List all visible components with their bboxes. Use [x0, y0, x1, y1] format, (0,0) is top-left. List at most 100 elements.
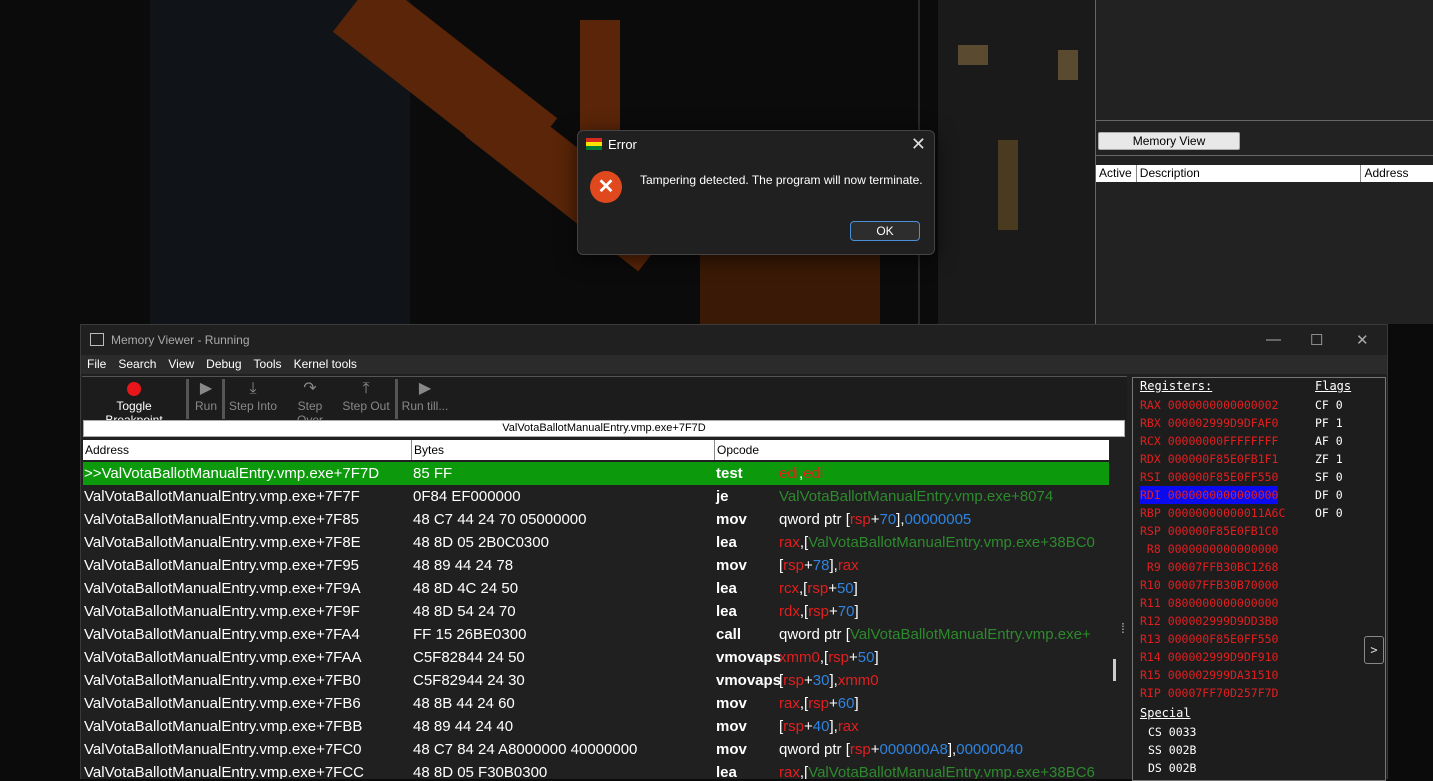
operand-part: +	[804, 718, 813, 735]
operand-part: 30	[812, 672, 830, 689]
scrollbar-thumb[interactable]	[1113, 659, 1116, 681]
instruction-address: ValVotaBallotManualEntry.vmp.exe+7FBB	[84, 718, 363, 735]
expand-button[interactable]: >	[1364, 636, 1384, 664]
register-rbx[interactable]: RBX 000002999D9DFAF0	[1140, 414, 1278, 432]
ok-button[interactable]: OK	[850, 221, 920, 241]
flag-sf[interactable]: SF 0	[1315, 468, 1343, 486]
operand-part: 40	[812, 718, 830, 735]
run-button[interactable]: ▶ Run	[192, 377, 220, 421]
instruction-opcode: mov	[716, 741, 747, 758]
toolbar-separator	[222, 379, 225, 419]
instruction-opcode: mov	[716, 695, 747, 712]
instruction-row[interactable]: ValVotaBallotManualEntry.vmp.exe+7F95 48 …	[83, 554, 1109, 577]
memory-view-button[interactable]: Memory View	[1098, 132, 1240, 150]
operand-part: ValVotaBallotManualEntry.vmp.exe+8074	[779, 488, 1054, 505]
register-rip[interactable]: RIP 00007FF70D257F7D	[1140, 684, 1278, 702]
register-rax[interactable]: RAX 0000000000000002	[1140, 396, 1278, 414]
register-r14[interactable]: R14 000002999D9DF910	[1140, 648, 1278, 666]
instruction-row[interactable]: ValVotaBallotManualEntry.vmp.exe+7F9A 48 …	[83, 577, 1109, 600]
segment-ds[interactable]: DS 002B	[1148, 759, 1196, 777]
step-out-button[interactable]: ⤒ Step Out	[342, 377, 390, 421]
instruction-bytes: 48 89 44 24 78	[413, 557, 514, 574]
register-rsi[interactable]: RSI 000000F85E0FF550	[1140, 468, 1278, 486]
dialog-title: Error	[608, 137, 637, 152]
special-title: Special	[1140, 706, 1191, 720]
segment-cs[interactable]: CS 0033	[1148, 723, 1196, 741]
minimize-icon[interactable]: —	[1266, 331, 1281, 348]
flag-icon	[586, 138, 602, 150]
instruction-row[interactable]: ValVotaBallotManualEntry.vmp.exe+7F85 48 …	[83, 508, 1109, 531]
selected-instruction-row[interactable]: >>ValVotaBallotManualEntry.vmp.exe+7F7D 8…	[83, 462, 1109, 485]
register-rdx[interactable]: RDX 000000F85E0FB1F1	[1140, 450, 1278, 468]
menu-view[interactable]: View	[162, 355, 200, 374]
instruction-address: >>ValVotaBallotManualEntry.vmp.exe+7F7D	[84, 465, 380, 482]
operand-part: +	[828, 580, 837, 597]
operand-part: 78	[812, 557, 830, 574]
menu-search[interactable]: Search	[112, 355, 162, 374]
flag-of[interactable]: OF 0	[1315, 504, 1343, 522]
column-active[interactable]: Active	[1096, 165, 1137, 182]
main-window: Memory View Active Description Address	[1095, 0, 1433, 324]
step-over-button[interactable]: ↷ Step Over	[284, 377, 336, 427]
register-r8[interactable]: R8 0000000000000000	[1140, 540, 1279, 558]
column-address[interactable]: Address	[1361, 165, 1433, 182]
register-r13[interactable]: R13 000000F85E0FF550	[1140, 630, 1278, 648]
column-opcode[interactable]: Opcode	[715, 440, 1107, 460]
instruction-row[interactable]: ValVotaBallotManualEntry.vmp.exe+7FCC 48 …	[83, 761, 1109, 779]
operand-part: ValVotaBallotManualEntry.vmp.exe+	[849, 626, 1091, 643]
instruction-row[interactable]: ValVotaBallotManualEntry.vmp.exe+7FB6 48 …	[83, 692, 1109, 715]
instruction-row[interactable]: ValVotaBallotManualEntry.vmp.exe+7F7F 0F8…	[83, 485, 1109, 508]
toolbar-label: Run	[194, 399, 217, 413]
instruction-operands: qword ptr [rsp+70],00000005	[779, 508, 971, 531]
instruction-operands: rax,[ValVotaBallotManualEntry.vmp.exe+38…	[779, 761, 1095, 779]
register-rcx[interactable]: RCX 00000000FFFFFFFF	[1140, 432, 1278, 450]
operand-part: ],	[829, 718, 838, 735]
step-into-button[interactable]: ⤓ Step Into	[228, 377, 278, 421]
instruction-row[interactable]: ValVotaBallotManualEntry.vmp.exe+7F9F 48 …	[83, 600, 1109, 623]
instruction-row[interactable]: ValVotaBallotManualEntry.vmp.exe+7FC0 48 …	[83, 738, 1109, 761]
toggle-breakpoint-button[interactable]: Toggle Breakpoint	[86, 377, 182, 427]
menu-file[interactable]: File	[81, 355, 112, 374]
register-r10[interactable]: R10 00007FFB30B70000	[1140, 576, 1278, 594]
column-address[interactable]: Address	[83, 440, 412, 460]
instruction-row[interactable]: ValVotaBallotManualEntry.vmp.exe+7FB0 C5F…	[83, 669, 1109, 692]
instruction-row[interactable]: ValVotaBallotManualEntry.vmp.exe+7FBB 48 …	[83, 715, 1109, 738]
disassembly-list[interactable]: >>ValVotaBallotManualEntry.vmp.exe+7F7D 8…	[83, 462, 1109, 779]
flag-pf[interactable]: PF 1	[1315, 414, 1343, 432]
instruction-row[interactable]: ValVotaBallotManualEntry.vmp.exe+7FAA C5F…	[83, 646, 1109, 669]
instruction-row[interactable]: ValVotaBallotManualEntry.vmp.exe+7FA4 FF …	[83, 623, 1109, 646]
maximize-icon[interactable]: ☐	[1310, 331, 1323, 349]
register-r15[interactable]: R15 000002999DA31510	[1140, 666, 1278, 684]
flag-zf[interactable]: ZF 1	[1315, 450, 1343, 468]
register-r11[interactable]: R11 0800000000000000	[1140, 594, 1278, 612]
instruction-bytes: 48 C7 84 24 A8000000 40000000	[413, 741, 638, 758]
run-till-button[interactable]: ▶ Run till...	[400, 377, 450, 421]
operand-part: edi	[779, 465, 800, 482]
instruction-row[interactable]: ValVotaBallotManualEntry.vmp.exe+7F8E 48 …	[83, 531, 1109, 554]
flag-df[interactable]: DF 0	[1315, 486, 1343, 504]
register-r9[interactable]: R9 00007FFB30BC1268	[1140, 558, 1279, 576]
flag-cf[interactable]: CF 0	[1315, 396, 1343, 414]
operand-part: rax	[779, 764, 800, 779]
operand-part: ],	[896, 511, 905, 528]
segment-ss[interactable]: SS 002B	[1148, 741, 1196, 759]
register-r12[interactable]: R12 000002999D9DD3B0	[1140, 612, 1278, 630]
splitter-handle[interactable]: ⁞	[1121, 620, 1125, 636]
column-bytes[interactable]: Bytes	[412, 440, 715, 460]
register-rsp[interactable]: RSP 000000F85E0FB1C0	[1140, 522, 1278, 540]
register-rbp[interactable]: RBP 00000000000011A6C	[1140, 504, 1285, 522]
operand-part: ],	[829, 672, 838, 689]
close-icon[interactable]: ✕	[911, 134, 926, 155]
operand-part: xmm0	[779, 649, 820, 666]
menu-debug[interactable]: Debug	[200, 355, 247, 374]
operand-part: rsp	[849, 741, 871, 758]
flag-af[interactable]: AF 0	[1315, 432, 1343, 450]
menu-tools[interactable]: Tools	[248, 355, 288, 374]
register-rdi[interactable]: RDI 0000000000000000	[1140, 486, 1279, 504]
close-icon[interactable]: ✕	[1356, 331, 1369, 349]
instruction-opcode: lea	[716, 534, 737, 551]
current-address-bar[interactable]: ValVotaBallotManualEntry.vmp.exe+7F7D	[83, 420, 1125, 437]
menu-kernel-tools[interactable]: Kernel tools	[288, 355, 363, 374]
title-bar[interactable]: Memory Viewer - Running — ☐ ✕	[81, 325, 1387, 355]
column-description[interactable]: Description	[1137, 165, 1362, 182]
